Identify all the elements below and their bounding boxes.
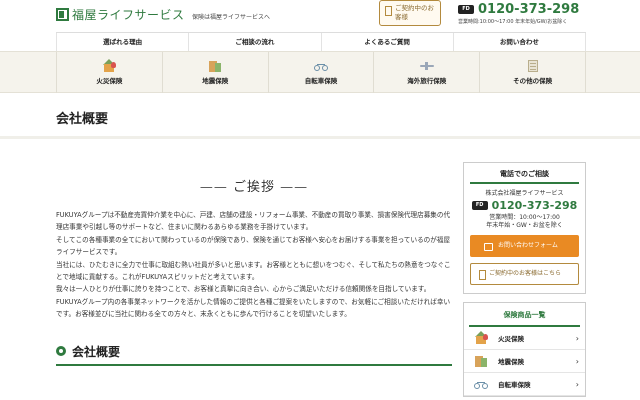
greeting-paragraph: そしてこの各種事業の全てにおいて関わっているのが保険であり、保険を通じてお客様へ… <box>56 235 451 257</box>
product-label: その他の保険 <box>513 77 553 85</box>
logo-mark-icon <box>56 8 69 21</box>
inquiry-form-button[interactable]: お問い合わせフォーム <box>470 235 579 257</box>
nav-item-reasons[interactable]: 選ばれる理由 <box>56 33 188 51</box>
bicycle-icon <box>313 59 328 73</box>
phone-contact-box: 電話でのご相談 株式会社福屋ライフサービス FD 0120-373-298 営業… <box>463 162 586 294</box>
plan-item-fire[interactable]: 火災保険 › <box>464 327 585 350</box>
contract-customer-sidebar-button[interactable]: ご契約中のお客様はこちら <box>470 263 579 285</box>
greeting-paragraph: 当社には、ひたむきに全力で仕事に取組む熱い社員が多いと思います。お客様とともに想… <box>56 260 451 282</box>
site-header: 福屋ライフサービス 保険は福屋ライフサービスへ ご契約中のお客様 FD 0120… <box>0 0 640 32</box>
greeting-heading-text: ご挨拶 <box>232 180 275 195</box>
document-icon <box>385 6 392 16</box>
tagline: 保険は福屋ライフサービスへ <box>192 14 271 21</box>
sidebar: 電話でのご相談 株式会社福屋ライフサービス FD 0120-373-298 営業… <box>463 162 586 397</box>
contract-customer-button[interactable]: ご契約中のお客様 <box>379 0 441 26</box>
free-dial-icon: FD <box>471 201 488 210</box>
circle-bullet-icon <box>56 346 66 357</box>
product-bicycle[interactable]: 自転車保険 <box>267 52 374 93</box>
plan-item-earthquake[interactable]: 地震保険 › <box>464 350 585 373</box>
contact-hours-line: 年末年始・GW・お盆を除く <box>486 222 563 229</box>
plan-item-bicycle[interactable]: 自転車保険 › <box>464 373 585 396</box>
chevron-right-icon: › <box>575 356 579 366</box>
header-phone: FD 0120-373-298 営業時間:10:00～17:00 年末年始/GW… <box>458 2 579 25</box>
greeting-paragraph: FUKUYAグループは不動産売買仲介業を中心に、戸建、店舗の建設・リフォーム事業… <box>56 211 451 232</box>
nav-item-faq[interactable]: よくあるご質問 <box>320 33 453 51</box>
product-label: 海外旅行保険 <box>407 77 447 85</box>
document-icon <box>526 59 540 73</box>
product-menu: 火災保険 地震保険 自転車保険 海外旅行保険 その他の保険 <box>0 51 640 93</box>
product-label: 火災保険 <box>96 77 123 85</box>
earthquake-icon <box>474 354 488 368</box>
insurance-plan-list: 保険商品一覧 火災保険 › 地震保険 › 自転車保険 › <box>463 302 586 397</box>
greeting-paragraph: FUKUYAグループ内の各事業ネットワークを活かした情報のご提供と各種ご提案をい… <box>56 297 451 319</box>
contact-hours: 営業時間：10:00～17:00 年末年始・GW・お盆を除く <box>470 214 579 230</box>
contact-phone-row: FD 0120-373-298 <box>470 199 579 212</box>
contact-title: 電話でのご相談 <box>470 169 579 184</box>
greeting-paragraph: 我々は一人ひとりが仕事に誇りを持つことで、お客様と真摯に向き合い、心からご満足い… <box>56 285 431 294</box>
greeting-text: FUKUYAグループは不動産売買仲介業を中心に、戸建、店舗の建設・リフォーム事業… <box>56 209 452 321</box>
nav-item-flow[interactable]: ご相談の流れ <box>188 33 320 51</box>
product-travel[interactable]: 海外旅行保険 <box>373 52 479 93</box>
product-other[interactable]: その他の保険 <box>479 52 586 93</box>
plan-item-label: 火災保険 <box>498 335 524 343</box>
plan-list-title: 保険商品一覧 <box>469 303 580 327</box>
bicycle-icon <box>474 377 488 391</box>
product-label: 自転車保険 <box>304 77 338 85</box>
product-earthquake[interactable]: 地震保険 <box>161 52 268 93</box>
house-fire-icon <box>102 59 117 73</box>
product-fire[interactable]: 火災保険 <box>56 52 162 93</box>
house-fire-icon <box>474 331 488 345</box>
plan-item-label: 自転車保険 <box>498 381 531 389</box>
product-label: 地震保険 <box>202 77 229 85</box>
chevron-right-icon: › <box>575 379 579 389</box>
logo-text: 福屋ライフサービス <box>72 8 185 22</box>
greeting-heading: —— ご挨拶 —— <box>199 180 309 195</box>
site-logo[interactable]: 福屋ライフサービス <box>56 6 185 23</box>
contact-hours-line: 営業時間：10:00～17:00 <box>489 214 560 221</box>
company-section-heading: 会社概要 <box>56 343 452 366</box>
plan-item-label: 地震保険 <box>498 358 524 366</box>
earthquake-icon <box>208 59 222 73</box>
global-nav: 選ばれる理由 ご相談の流れ よくあるご質問 お問い合わせ <box>56 32 586 51</box>
free-dial-icon: FD <box>458 5 474 14</box>
contract-customer-label: ご契約中のお客様 <box>395 4 434 21</box>
contact-phone-number[interactable]: 0120-373-298 <box>492 199 578 212</box>
chevron-right-icon: › <box>575 333 579 343</box>
nav-item-contact[interactable]: お問い合わせ <box>452 33 586 51</box>
phone-number[interactable]: 0120-373-298 <box>478 2 579 17</box>
airplane-icon <box>419 59 434 73</box>
main-content: —— ご挨拶 —— FUKUYAグループは不動産売買仲介業を中心に、戸建、店舗の… <box>56 162 452 366</box>
business-hours: 営業時間:10:00～17:00 年末年始/GW/お盆除く <box>458 19 568 25</box>
page-title: 会社概要 <box>56 112 109 127</box>
company-section-title: 会社概要 <box>72 344 121 359</box>
contact-company: 株式会社福屋ライフサービス <box>485 190 564 197</box>
page-title-band: 会社概要 <box>0 93 640 139</box>
